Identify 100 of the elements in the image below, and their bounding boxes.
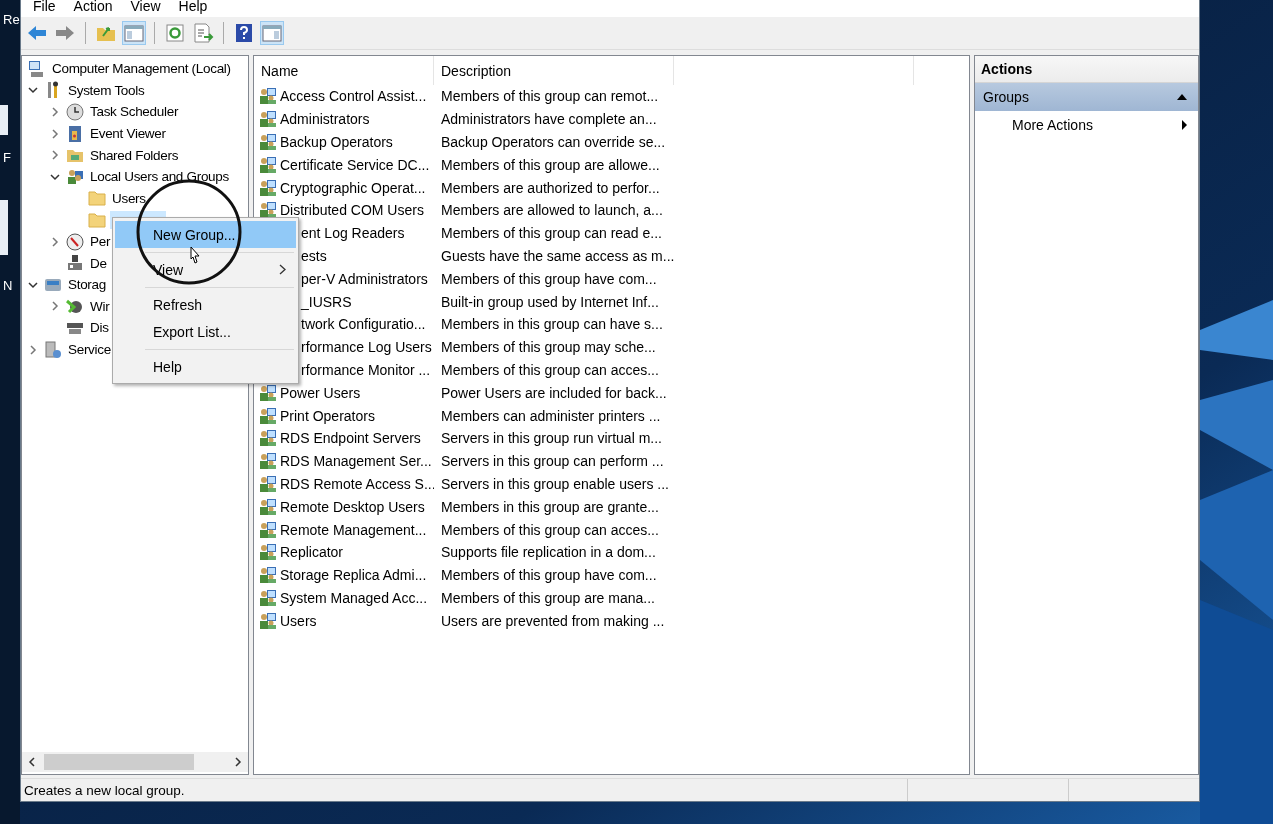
group-name[interactable]: Users	[280, 612, 317, 629]
group-name[interactable]: Backup Operators	[280, 134, 393, 150]
group-icon	[259, 87, 277, 106]
menu-item[interactable]: Action	[65, 0, 123, 17]
group-name[interactable]: Access Control Assist...	[280, 88, 427, 105]
group-icon	[259, 543, 277, 562]
group-icon	[259, 110, 277, 129]
group-name[interactable]: ests	[301, 247, 327, 264]
cursor-icon	[187, 246, 201, 266]
group-name[interactable]: Cryptographic Operat...	[280, 179, 426, 196]
tree-item[interactable]: System Tools	[66, 82, 147, 98]
group-name[interactable]: Certificate Service DC...	[280, 156, 430, 173]
menu-item[interactable]: Help	[115, 353, 296, 380]
group-description: Supports file replication in a dom...	[440, 544, 656, 561]
gauge-icon	[66, 232, 84, 251]
group-icon	[259, 520, 277, 539]
menu-item[interactable]: File	[25, 0, 66, 17]
desktop-icon-label[interactable]: Re	[3, 12, 20, 27]
tree-item[interactable]: Storag	[66, 277, 108, 293]
group-name[interactable]: RDS Endpoint Servers	[280, 430, 421, 447]
tree-item[interactable]: Dis	[88, 320, 111, 336]
group-icon	[259, 429, 277, 448]
folder-icon	[88, 210, 106, 229]
expand-icon[interactable]	[50, 236, 60, 247]
group-name[interactable]: rformance Log Users	[301, 339, 432, 356]
desktop-icon-label[interactable]: N	[3, 278, 13, 293]
group-description: Servers in this group run virtual m...	[440, 430, 662, 447]
group-name[interactable]: Power Users	[280, 384, 361, 401]
group-name[interactable]: Administrators	[280, 111, 370, 128]
scroll-right-icon[interactable]	[234, 757, 242, 767]
collapse-icon[interactable]	[1176, 93, 1188, 101]
group-icon	[259, 155, 277, 174]
group-icon	[259, 178, 277, 197]
group-description: Members are authorized to perfor...	[440, 179, 660, 196]
group-description: Members of this group have com...	[440, 270, 657, 287]
group-name[interactable]: Remote Management...	[280, 521, 427, 538]
pane-title: Actions	[981, 61, 1033, 77]
group-icon	[259, 566, 277, 585]
group-description: Backup Operators can override se...	[440, 134, 666, 150]
group-name[interactable]: System Managed Acc...	[280, 589, 428, 606]
menu-item[interactable]: New Group...	[115, 221, 296, 248]
group-description: Members of this group are allowe...	[440, 156, 660, 173]
toolbar-button[interactable]	[191, 21, 215, 45]
expand-icon[interactable]	[50, 107, 60, 117]
log-icon	[66, 124, 84, 143]
group-name[interactable]: Replicator	[280, 544, 344, 561]
menu-item[interactable]: View	[122, 0, 171, 17]
tree-item[interactable]: Event Viewer	[88, 126, 168, 142]
tree-item[interactable]: Shared Folders	[88, 147, 181, 163]
group-name[interactable]: twork Configuratio...	[301, 316, 426, 333]
tree-item[interactable]: Per	[88, 234, 113, 250]
toolbar-button[interactable]	[163, 21, 187, 45]
action-link[interactable]: More Actions	[1012, 117, 1093, 133]
tree-item[interactable]: Computer Management (Local)	[50, 61, 233, 77]
tree-item[interactable]: Task Scheduler	[88, 104, 181, 120]
group-name[interactable]: RDS Management Ser...	[280, 453, 432, 470]
group-description: Servers in this group enable users ...	[440, 475, 669, 492]
desktop-icon-label[interactable]: F	[3, 150, 11, 165]
group-icon	[259, 497, 277, 516]
group-name[interactable]: Remote Desktop Users	[280, 498, 425, 515]
tree-item[interactable]: Local Users and Groups	[88, 169, 231, 185]
group-description: Built-in group used by Internet Inf...	[440, 293, 659, 310]
group-description: Administrators have complete an...	[440, 111, 657, 128]
group-name[interactable]: Distributed COM Users	[280, 202, 424, 219]
tree-item[interactable]: Service	[66, 342, 113, 357]
group-name[interactable]: ent Log Readers	[301, 225, 405, 242]
menu-item[interactable]: Help	[170, 0, 218, 17]
group-description: Members of this group can read e...	[440, 225, 662, 242]
expand-icon[interactable]	[28, 344, 38, 355]
group-icon	[259, 133, 277, 151]
tree-item[interactable]: Wir	[88, 298, 112, 314]
computer-icon	[28, 59, 46, 78]
group-name[interactable]: Print Operators	[280, 407, 375, 424]
group-name[interactable]: RDS Remote Access S...	[280, 475, 434, 492]
tree-item[interactable]: Users	[110, 190, 148, 206]
scrollbar-thumb[interactable]	[44, 754, 194, 770]
group-description: Members of this group may sche...	[440, 339, 656, 356]
collapse-icon[interactable]	[50, 171, 60, 182]
collapse-icon[interactable]	[28, 279, 38, 290]
collapse-icon[interactable]	[28, 85, 38, 96]
group-description: Members in this group are grante...	[440, 498, 659, 515]
group-name[interactable]: per-V Administrators	[301, 270, 428, 287]
expand-icon[interactable]	[50, 150, 60, 161]
group-name[interactable]: rformance Monitor ...	[301, 361, 431, 378]
menu-item[interactable]: Export List...	[115, 318, 296, 345]
group-description: Guests have the same access as m...	[440, 247, 675, 264]
group-description: Members in this group can have s...	[440, 316, 663, 333]
column-header[interactable]: Name	[254, 56, 434, 85]
menu-item[interactable]: Refresh	[115, 291, 296, 318]
group-name[interactable]: _IUSRS	[301, 293, 352, 310]
section-header[interactable]: Groups	[975, 83, 1198, 111]
export-icon	[192, 22, 214, 44]
column-header[interactable]: Description	[434, 56, 674, 85]
group-name[interactable]: Storage Replica Admi...	[280, 567, 427, 584]
group-description: Members of this group can acces...	[440, 521, 659, 538]
expand-icon[interactable]	[50, 128, 60, 139]
scroll-left-icon[interactable]	[28, 757, 36, 767]
clock-icon	[66, 103, 84, 121]
tree-item[interactable]: De	[88, 255, 109, 271]
expand-icon[interactable]	[50, 301, 60, 312]
